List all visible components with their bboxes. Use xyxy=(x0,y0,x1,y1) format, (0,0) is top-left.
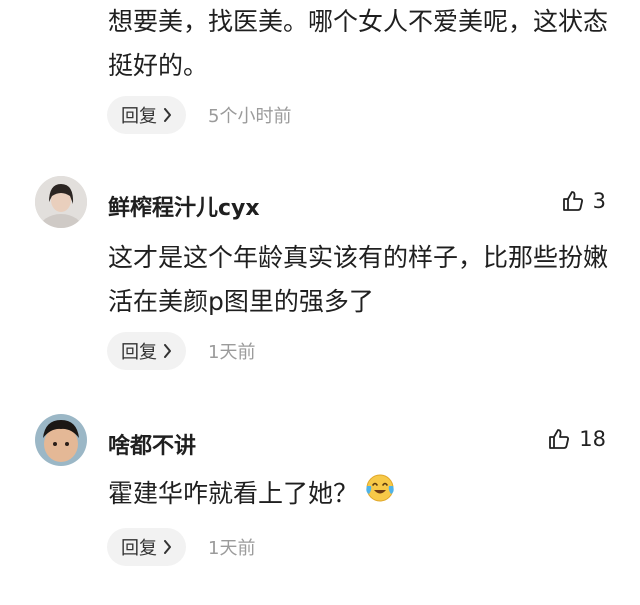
username[interactable]: 啥都不讲 xyxy=(108,428,196,460)
comment-text: 这才是这个年龄真实该有的样子，比那些扮嫩活在美颜p图里的强多了 xyxy=(108,243,609,316)
comment-actions: 回复 5个小时前 xyxy=(107,96,291,134)
chevron-right-icon xyxy=(163,540,172,554)
comment-timestamp: 1天前 xyxy=(208,342,256,363)
thumbs-up-icon xyxy=(562,191,583,211)
like-count: 18 xyxy=(579,427,606,451)
comment-text: 霍建华咋就看上了她？ xyxy=(108,472,608,518)
reply-button[interactable]: 回复 xyxy=(107,332,186,370)
chevron-right-icon xyxy=(163,108,172,122)
reply-button[interactable]: 回复 xyxy=(107,528,186,566)
crying-laughing-emoji-icon xyxy=(364,472,396,518)
reply-button[interactable]: 回复 xyxy=(107,96,186,134)
like-button[interactable]: 18 xyxy=(547,427,606,451)
like-button[interactable]: 3 xyxy=(561,189,606,213)
username[interactable]: 鲜榨程汁儿cyx xyxy=(108,190,260,222)
reply-label: 回复 xyxy=(121,538,157,559)
avatar[interactable] xyxy=(35,414,87,466)
avatar[interactable] xyxy=(35,176,87,228)
thumbs-up-icon xyxy=(549,429,570,449)
comment-actions: 回复 1天前 xyxy=(107,332,255,370)
comment-timestamp: 1天前 xyxy=(208,538,256,559)
comment-actions: 回复 1天前 xyxy=(107,528,255,566)
comment-text-body: 霍建华咋就看上了她？ xyxy=(108,479,359,508)
like-count: 3 xyxy=(592,189,606,213)
reply-label: 回复 xyxy=(121,342,157,363)
comment-timestamp: 5个小时前 xyxy=(208,106,292,127)
chevron-right-icon xyxy=(163,344,172,358)
comment-text: 想要美，找医美。哪个女人不爱美呢，这状态挺好的。 xyxy=(108,7,609,80)
reply-label: 回复 xyxy=(121,106,157,127)
